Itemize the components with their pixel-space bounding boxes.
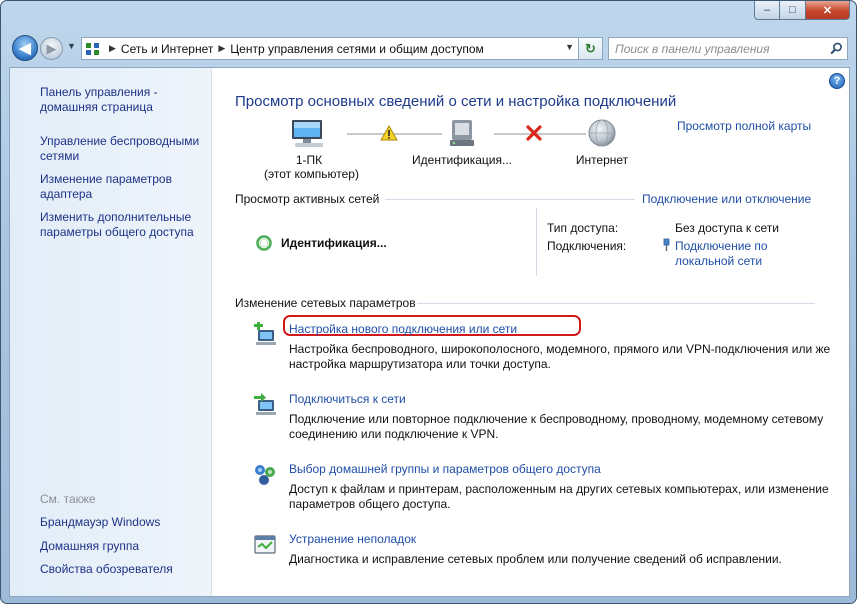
section-divider <box>417 303 815 304</box>
access-type-label: Тип доступа: <box>547 221 619 235</box>
new-connection-icon <box>254 322 276 345</box>
connect-network-icon <box>254 393 276 415</box>
recent-pages-button[interactable]: ▼ <box>67 41 76 51</box>
task-troubleshoot-link[interactable]: Устранение неполадок <box>289 532 416 546</box>
active-network-name: Идентификация... <box>281 236 387 250</box>
task-troubleshoot-desc: Диагностика и исправление сетевых пробле… <box>289 552 782 566</box>
section-divider <box>385 199 635 200</box>
computer-icon <box>292 120 323 147</box>
map-node-computer-sublabel: (этот компьютер) <box>264 167 359 181</box>
address-bar[interactable]: ▶ Сеть и Интернет ▶ Центр управления сет… <box>81 37 579 60</box>
see-also-homegroup[interactable]: Домашняя группа <box>40 539 205 554</box>
lan-connection-line1[interactable]: Подключение по <box>675 239 768 254</box>
map-node-network[interactable]: Идентификация... <box>407 118 517 167</box>
help-icon[interactable]: ? <box>829 73 845 89</box>
sidebar-item-wireless[interactable]: Управление беспроводными сетями <box>40 134 205 164</box>
sidebar: Панель управления - домашняя страница Уп… <box>10 68 212 596</box>
arrow-right-icon: ▶ <box>46 40 57 56</box>
homegroup-icon <box>255 465 275 485</box>
lan-cable-icon <box>663 238 670 251</box>
sidebar-item-sharing[interactable]: Изменить дополнительные параметры общего… <box>40 210 205 240</box>
globe-icon <box>588 119 616 147</box>
navigation-bar: ◀ ▶ ▼ ▶ Сеть и Интернет ▶ Центр управлен… <box>9 32 850 64</box>
chevron-down-icon: ▼ <box>67 41 76 51</box>
back-button[interactable]: ◀ <box>12 35 38 61</box>
sidebar-item-adapter[interactable]: Изменение параметров адаптера <box>40 172 205 202</box>
content-area: Панель управления - домашняя страница Уп… <box>9 67 850 597</box>
see-also-firewall[interactable]: Брандмауэр Windows <box>40 515 205 530</box>
map-node-network-label: Идентификация... <box>412 153 512 167</box>
see-also-title: См. также <box>40 492 96 506</box>
see-also-internet-options[interactable]: Свойства обозревателя <box>40 562 205 577</box>
task-connect-network-link[interactable]: Подключиться к сети <box>289 392 406 406</box>
search-box[interactable]: Поиск в панели управления <box>608 37 848 60</box>
breadcrumb-separator-icon[interactable]: ▶ <box>218 43 225 54</box>
connections-label: Подключения: <box>547 239 627 253</box>
breadcrumb-network-internet[interactable]: Сеть и Интернет <box>121 42 213 56</box>
page-title: Просмотр основных сведений о сети и наст… <box>235 93 677 110</box>
search-input[interactable]: Поиск в панели управления <box>609 42 825 56</box>
vertical-divider <box>536 208 537 276</box>
connect-disconnect-link[interactable]: Подключение или отключение <box>642 192 811 206</box>
map-node-computer-label: 1-ПК <box>295 153 323 167</box>
main-panel: ? Просмотр основных сведений о сети и на… <box>212 68 849 596</box>
lan-connection-line2[interactable]: локальной сети <box>675 254 768 269</box>
task-connect-network-desc: Подключение или повторное подключение к … <box>289 412 824 441</box>
breadcrumb-separator-icon[interactable]: ▶ <box>109 43 116 54</box>
lan-connection-link[interactable]: Подключение по локальной сети <box>675 239 768 269</box>
task-homegroup-desc: Доступ к файлам и принтерам, расположенн… <box>289 482 829 511</box>
access-type-value: Без доступа к сети <box>675 221 779 235</box>
task-new-connection-desc: Настройка беспроводного, широкополосного… <box>289 342 831 371</box>
sidebar-home-link[interactable]: Панель управления - домашняя страница <box>40 85 205 115</box>
title-controls: – □ ✕ <box>754 1 850 21</box>
network-folder-icon <box>82 38 104 59</box>
active-networks-header: Просмотр активных сетей <box>235 192 380 206</box>
full-map-link[interactable]: Просмотр полной карты <box>677 119 811 133</box>
refresh-icon: ↻ <box>585 40 596 56</box>
close-button[interactable]: ✕ <box>806 1 850 20</box>
window: – □ ✕ ◀ ▶ ▼ ▶ Сеть и Интернет ▶ Центр уп… <box>0 0 857 604</box>
identifying-spinner-icon <box>256 235 272 251</box>
change-settings-header: Изменение сетевых параметров <box>235 296 416 310</box>
network-device-icon <box>450 120 474 146</box>
refresh-button[interactable]: ↻ <box>579 37 603 60</box>
map-node-computer[interactable]: 1-ПК (этот компьютер) <box>264 118 359 181</box>
disconnected-icon[interactable] <box>525 125 543 141</box>
address-dropdown-icon[interactable]: ▼ <box>565 42 574 52</box>
task-new-connection-link[interactable]: Настройка нового подключения или сети <box>289 322 517 336</box>
warning-icon[interactable] <box>380 125 398 141</box>
task-homegroup-link[interactable]: Выбор домашней группы и параметров общег… <box>289 462 601 476</box>
minimize-button[interactable]: – <box>754 1 780 20</box>
troubleshoot-icon <box>254 535 276 554</box>
map-node-internet-label: Интернет <box>575 153 629 167</box>
maximize-button[interactable]: □ <box>780 1 806 20</box>
breadcrumb-network-center[interactable]: Центр управления сетями и общим доступом <box>230 42 484 56</box>
search-icon[interactable] <box>825 42 847 55</box>
arrow-left-icon: ◀ <box>19 40 31 57</box>
map-node-internet[interactable]: Интернет <box>557 118 647 167</box>
forward-button[interactable]: ▶ <box>40 37 63 60</box>
